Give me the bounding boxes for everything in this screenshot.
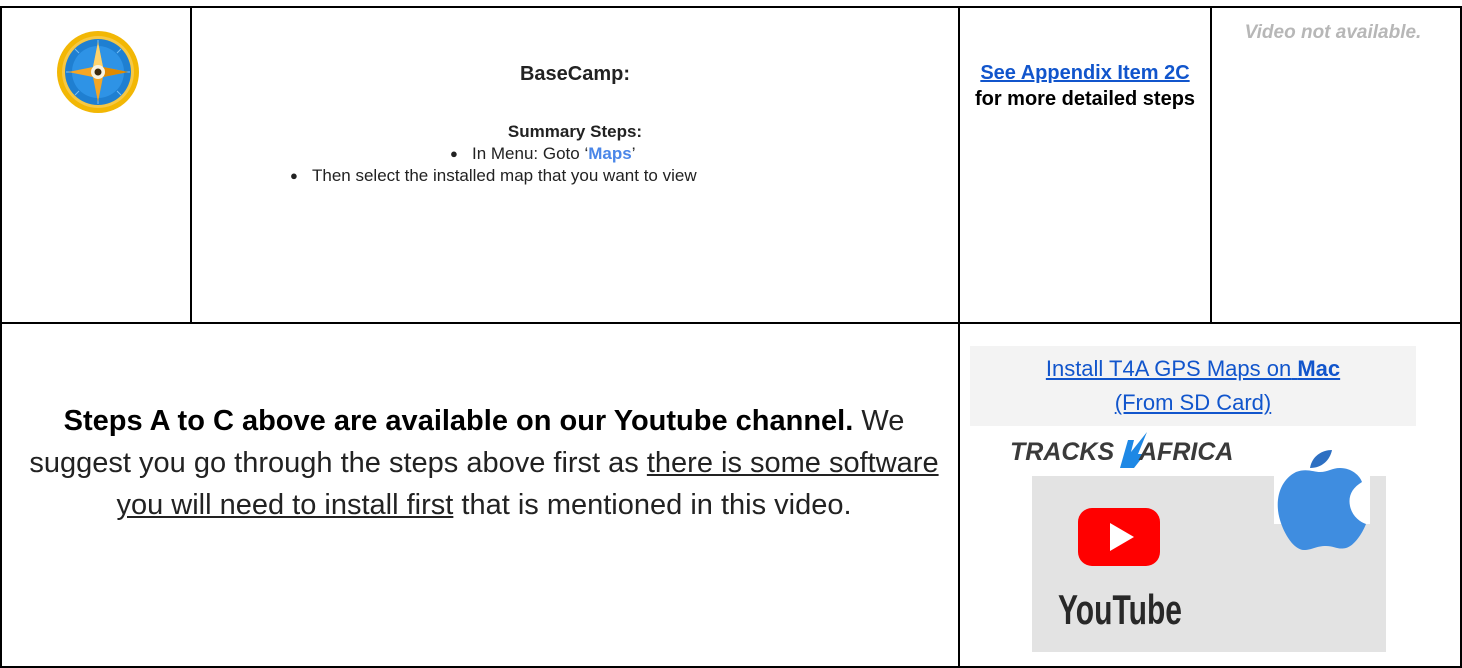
youtube-play-icon (1078, 508, 1160, 566)
video-link-mac[interactable]: Mac (1297, 356, 1340, 381)
summary-step-1: ● In Menu: Goto ‘Maps’ (450, 144, 635, 164)
video-link-part-2[interactable]: (From SD Card) (1115, 390, 1271, 415)
maps-menu-label: Maps (588, 144, 632, 163)
bullet-icon: ● (450, 146, 458, 161)
column-divider-3 (1210, 6, 1212, 324)
summary-step-2: ● Then select the installed map that you … (290, 166, 697, 186)
appendix-rest-text: for more detailed steps (974, 88, 1196, 110)
table-border-middle (0, 322, 1462, 324)
column-divider-1 (190, 6, 192, 324)
appendix-link[interactable]: See Appendix Item 2C (980, 62, 1189, 84)
youtube-note-text-2: that is mentioned in this video. (461, 489, 852, 521)
table-border-left (0, 6, 2, 668)
step-1-prefix: In Menu: Goto ‘ (472, 144, 589, 163)
step-1-suffix: ’ (631, 144, 636, 163)
apple-icon (1274, 450, 1370, 550)
youtube-wordmark: YouTube (1058, 586, 1182, 633)
video-link[interactable]: Install T4A GPS Maps on Mac (From SD Card… (970, 352, 1416, 420)
compass-icon (57, 31, 139, 113)
summary-steps-title: Summary Steps: (507, 122, 643, 141)
appendix-cell: See Appendix Item 2C for more detailed s… (966, 60, 1204, 112)
table-border-top (0, 6, 1462, 8)
basecamp-title: BaseCamp: (519, 63, 631, 85)
video-thumbnail[interactable]: TRACKS AFRICA YouTube (1010, 420, 1386, 652)
column-divider-2 (958, 6, 960, 668)
step-2-text: Then select the installed map that you w… (312, 166, 697, 185)
tracks4africa-logo: TRACKS AFRICA (1010, 432, 1233, 468)
bullet-icon: ● (290, 168, 298, 183)
video-link-part-1[interactable]: Install T4A GPS Maps on (1046, 356, 1291, 381)
brand-right: AFRICA (1138, 438, 1233, 466)
brand-left: TRACKS (1010, 438, 1114, 466)
video-status-text: Video not available. (1244, 22, 1422, 43)
youtube-note-bold: Steps A to C above are available on our … (63, 405, 854, 437)
youtube-note: Steps A to C above are available on our … (14, 400, 954, 526)
